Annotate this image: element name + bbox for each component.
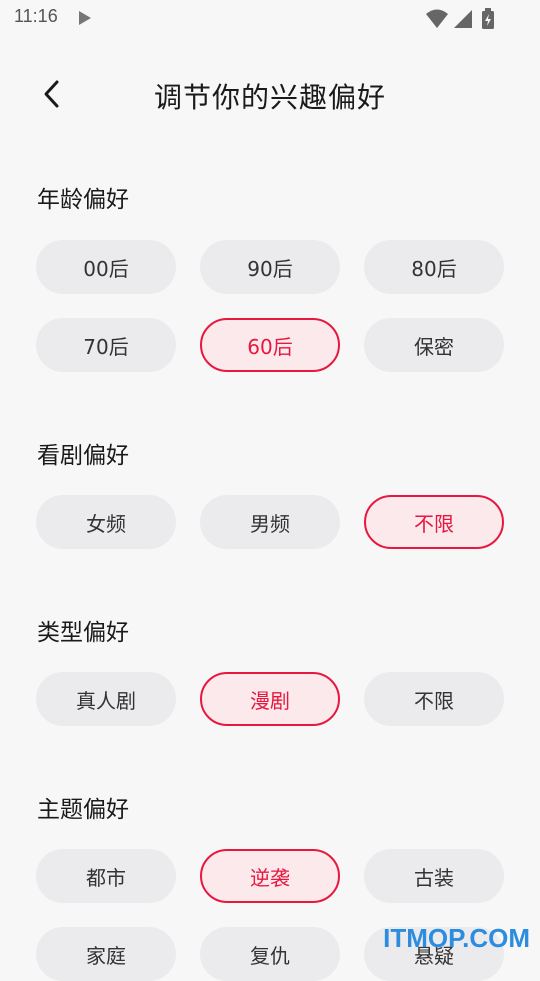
status-time: 11:16 xyxy=(14,6,58,26)
header: 调节你的兴趣偏好 xyxy=(0,66,540,122)
chip-age-secret[interactable]: 保密 xyxy=(364,318,504,372)
section-title-age: 年龄偏好 xyxy=(37,187,129,213)
chip-drama-female[interactable]: 女频 xyxy=(36,495,176,549)
wifi-icon xyxy=(426,9,448,28)
chip-theme-urban[interactable]: 都市 xyxy=(36,849,176,903)
chip-age-90[interactable]: 90后 xyxy=(200,240,340,294)
chip-theme-family[interactable]: 家庭 xyxy=(36,927,176,981)
battery-icon xyxy=(482,8,494,29)
chip-theme-costume[interactable]: 古装 xyxy=(364,849,504,903)
play-icon xyxy=(78,10,92,30)
chip-age-80[interactable]: 80后 xyxy=(364,240,504,294)
chip-genre-comic[interactable]: 漫剧 xyxy=(200,672,340,726)
chip-drama-any[interactable]: 不限 xyxy=(364,495,504,549)
chip-drama-male[interactable]: 男频 xyxy=(200,495,340,549)
page-title: 调节你的兴趣偏好 xyxy=(153,81,386,114)
status-icons xyxy=(426,8,500,34)
chip-age-60[interactable]: 60后 xyxy=(200,318,340,372)
chip-age-70[interactable]: 70后 xyxy=(36,318,176,372)
chip-genre-live-action[interactable]: 真人剧 xyxy=(36,672,176,726)
signal-icon xyxy=(454,10,472,28)
chip-theme-comeback[interactable]: 逆袭 xyxy=(200,849,340,903)
section-title-genre: 类型偏好 xyxy=(37,620,129,646)
section-title-drama: 看剧偏好 xyxy=(37,443,129,469)
section-title-theme: 主题偏好 xyxy=(37,797,129,823)
status-bar: 11:16 xyxy=(0,0,540,36)
chip-age-00[interactable]: 00后 xyxy=(36,240,176,294)
watermark-logo: ITMOP.COM xyxy=(383,923,530,953)
chip-genre-any[interactable]: 不限 xyxy=(364,672,504,726)
chip-theme-revenge[interactable]: 复仇 xyxy=(200,927,340,981)
